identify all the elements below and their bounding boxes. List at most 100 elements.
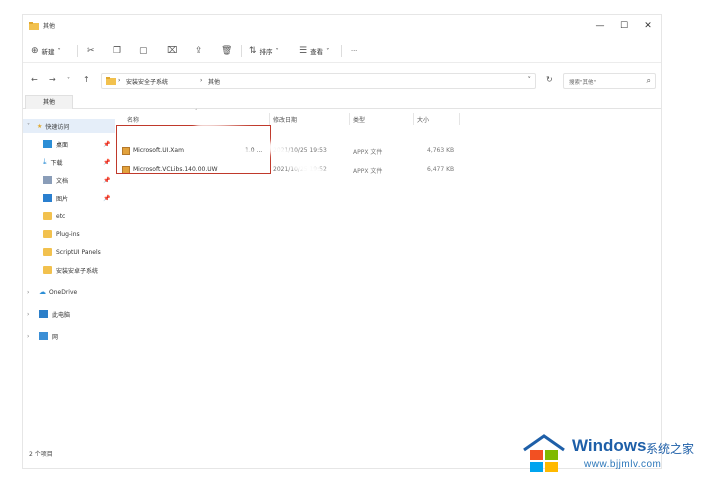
status-item-count: 2 个项目 (29, 451, 53, 458)
copy-button[interactable]: ❐ (113, 44, 121, 58)
close-button[interactable]: ✕ (637, 19, 659, 33)
sidebar-item-label: 图片 (56, 195, 69, 203)
breadcrumb-item[interactable]: 安装安全子系统 (126, 77, 168, 86)
maximize-button[interactable]: ☐ (613, 19, 635, 33)
sidebar-item-label: etc (56, 212, 66, 220)
address-bar[interactable]: › 安装安全子系统 › 其他 ˅ (101, 73, 536, 89)
navigation-pane: ˅ ★ 快速访问 桌面 📌 ⤓ 下载 📌 文档 📌 图片 📌 etc Plug-… (23, 115, 115, 450)
pictures-folder-icon (43, 194, 52, 202)
view-icon: ☰ (299, 46, 308, 56)
cut-button[interactable]: ✂ (87, 44, 95, 58)
share-icon: ⇪ (195, 46, 203, 56)
download-folder-icon: ⤓ (43, 157, 47, 166)
column-divider[interactable] (459, 113, 460, 125)
sidebar-item-this-pc[interactable]: › 此电脑 (23, 307, 70, 321)
more-icon: ··· (351, 47, 358, 55)
column-header-modified[interactable]: 修改日期 (273, 115, 297, 124)
star-icon: ★ (37, 122, 43, 130)
minimize-button[interactable]: — (589, 19, 611, 33)
sidebar-item-label: 网 (52, 333, 59, 341)
chevron-down-icon: ˅ (326, 47, 330, 55)
chevron-down-icon[interactable]: ˅ (528, 76, 532, 84)
pin-icon[interactable]: 📌 (103, 159, 110, 166)
chevron-down-icon: ˅ (57, 47, 61, 55)
sidebar-item-downloads[interactable]: ⤓ 下载 📌 (43, 155, 115, 169)
forward-arrow-icon[interactable]: → (49, 75, 56, 84)
new-button[interactable]: ⊕ 新建 ˅ (31, 44, 61, 58)
chevron-right-icon: › (27, 310, 30, 318)
watermark-brand: Windows (572, 436, 647, 455)
sort-icon: ⇅ (249, 46, 257, 56)
column-divider[interactable] (349, 113, 350, 125)
breadcrumb-separator-icon: › (118, 77, 121, 84)
toolbar-divider (241, 45, 242, 57)
column-divider[interactable] (269, 113, 270, 125)
pin-icon[interactable]: 📌 (103, 177, 110, 184)
chevron-down-icon: ˅ (27, 122, 30, 130)
pin-icon[interactable]: 📌 (103, 141, 110, 148)
chevron-down-icon: ˅ (275, 47, 279, 55)
column-divider[interactable] (413, 113, 414, 125)
file-type: APPX 文件 (353, 149, 383, 156)
sidebar-item-android-subsystem[interactable]: 安装安卓子系统 (43, 263, 98, 277)
sidebar-item-plug-ins[interactable]: Plug-ins (43, 227, 80, 241)
up-arrow-icon[interactable]: ↑ (83, 75, 90, 84)
sidebar-item-etc[interactable]: etc (43, 209, 65, 223)
file-type: APPX 文件 (353, 168, 383, 175)
column-header-size[interactable]: 大小 (417, 115, 429, 124)
watermark-cn: 系统之家 (646, 442, 695, 456)
view-button[interactable]: ☰ 查看 ˅ (299, 44, 329, 58)
sidebar-item-quick-access[interactable]: ˅ ★ 快速访问 (23, 119, 115, 133)
cloud-icon: ☁ (39, 288, 46, 296)
explorer-window: 其他 — ☐ ✕ ⊕ 新建 ˅ ✂ ❐ ▢ ⌧ ⇪ 🗑 ⇅ 排序 ˅ ☰ 查看 … (22, 14, 662, 469)
delete-button[interactable]: 🗑 (221, 44, 232, 58)
sort-up-icon: ˄ (195, 109, 198, 115)
sidebar-item-pictures[interactable]: 图片 📌 (43, 191, 115, 205)
sidebar-item-network[interactable]: › 网 (23, 329, 58, 343)
folder-icon (43, 230, 52, 238)
rename-button[interactable]: ⌧ (167, 44, 177, 58)
file-size: 6,477 KB (427, 166, 455, 173)
pin-icon[interactable]: 📌 (103, 195, 110, 202)
computer-icon (39, 310, 48, 318)
rename-icon: ⌧ (167, 46, 178, 56)
paste-icon: ▢ (139, 46, 148, 56)
breadcrumb-item[interactable]: 其他 (208, 77, 220, 86)
sidebar-item-label: 文档 (56, 177, 69, 185)
folder-icon (29, 22, 39, 30)
sort-button[interactable]: ⇅ 排序 ˅ (249, 44, 279, 58)
paste-button[interactable]: ▢ (139, 44, 148, 58)
chevron-right-icon: › (27, 288, 30, 296)
plus-circle-icon: ⊕ (31, 46, 39, 56)
recent-chevron-icon[interactable]: ˅ (67, 77, 70, 84)
new-label: 新建 (41, 48, 55, 56)
sidebar-item-label: Plug-ins (56, 230, 80, 238)
folder-icon (43, 248, 52, 256)
more-button[interactable]: ··· (351, 44, 357, 58)
refresh-icon[interactable]: ↻ (546, 75, 553, 84)
sidebar-item-label: 安装安卓子系统 (56, 267, 99, 275)
back-arrow-icon[interactable]: ← (31, 75, 38, 84)
title-bar: 其他 — ☐ ✕ (23, 15, 661, 37)
sidebar-item-label: 此电脑 (52, 311, 71, 319)
address-row: ← → ˅ ↑ › 安装安全子系统 › 其他 ˅ ↻ 搜索"其他" ⌕ (23, 69, 661, 93)
sidebar-item-documents[interactable]: 文档 📌 (43, 173, 115, 187)
search-box[interactable]: 搜索"其他" ⌕ (563, 73, 656, 89)
folder-icon (43, 212, 52, 220)
toolbar-divider (77, 45, 78, 57)
search-icon: ⌕ (646, 76, 651, 85)
chevron-right-icon: › (27, 332, 30, 340)
folder-icon (43, 266, 52, 274)
view-label: 查看 (310, 48, 324, 56)
sidebar-item-label: OneDrive (49, 288, 78, 296)
file-size: 4,763 KB (427, 147, 455, 154)
column-header-name[interactable]: 名称 (127, 115, 139, 124)
tab-other[interactable]: 其他 (25, 95, 73, 109)
share-button[interactable]: ⇪ (195, 44, 203, 58)
breadcrumb-separator-icon: › (200, 77, 203, 84)
column-header-type[interactable]: 类型 (353, 115, 365, 124)
watermark: Windows 系统之家 www.bjjmlv.com (522, 432, 702, 476)
sidebar-item-desktop[interactable]: 桌面 📌 (43, 137, 115, 151)
desktop-folder-icon (43, 140, 52, 148)
sidebar-item-scriptui-panels[interactable]: ScriptUI Panels (43, 245, 101, 259)
